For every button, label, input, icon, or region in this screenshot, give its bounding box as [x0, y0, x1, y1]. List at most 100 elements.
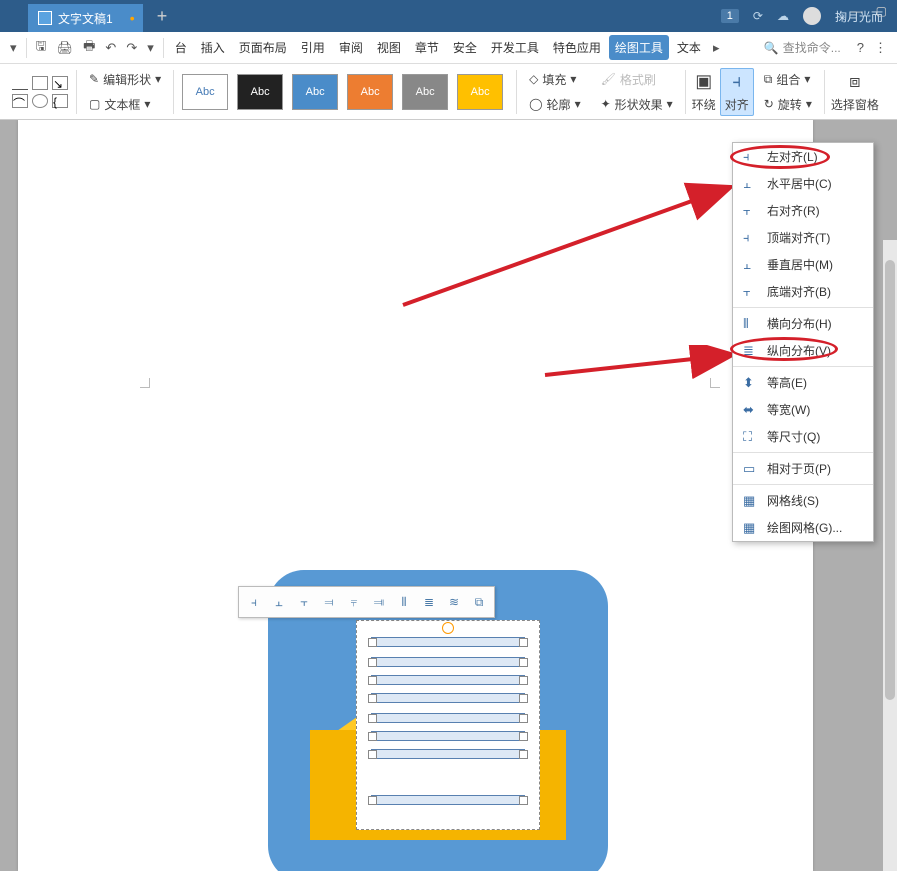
dd-align-left[interactable]: ⫞左对齐(L) — [733, 143, 873, 170]
dd-align-center-h[interactable]: ⫠水平居中(C) — [733, 170, 873, 197]
command-search[interactable]: 🔍 查找命令... — [764, 39, 841, 56]
dd-equal-size[interactable]: ⛶等尺寸(Q) — [733, 423, 873, 450]
shape-line-icon[interactable] — [12, 76, 28, 90]
style-preset-4[interactable]: Abc — [347, 74, 393, 110]
eq-h-icon: ⬍ — [743, 375, 759, 391]
selected-bar-4[interactable] — [371, 693, 525, 703]
rotate-button[interactable]: ↻旋转 ▾ — [760, 94, 816, 115]
dd-align-middle[interactable]: ⫠垂直居中(M) — [733, 251, 873, 278]
menu-insert-start[interactable]: 台 — [169, 35, 193, 60]
menu-special[interactable]: 特色应用 — [547, 35, 607, 60]
selected-bar-2[interactable] — [371, 657, 525, 667]
style-preset-6[interactable]: Abc — [457, 74, 503, 110]
ft-dist-h[interactable]: ⦀ — [393, 591, 415, 613]
shape-arrow-icon[interactable]: ↘ — [52, 76, 68, 90]
ft-align-left[interactable]: ⫞ — [243, 591, 265, 613]
fill-button[interactable]: ◇填充 ▾ — [525, 69, 584, 90]
dropdown-icon[interactable]: ▾ — [143, 38, 158, 58]
menu-overflow-icon[interactable]: ▸ — [709, 38, 724, 58]
ft-align-top[interactable]: ⫤ — [318, 591, 340, 613]
ft-group[interactable]: ⧉ — [468, 591, 490, 613]
style-preset-5[interactable]: Abc — [402, 74, 448, 110]
draw-grid-icon: ▦ — [743, 520, 759, 536]
outline-button[interactable]: ◯轮廓 ▾ — [525, 94, 584, 115]
menu-insert[interactable]: 插入 — [195, 35, 231, 60]
style-preset-3[interactable]: Abc — [292, 74, 338, 110]
print-icon[interactable]: 🖶 — [79, 35, 99, 61]
undo-icon[interactable]: ↶ — [101, 38, 120, 58]
dd-align-bottom[interactable]: ⫟底端对齐(B) — [733, 278, 873, 305]
rel-page-icon: ▭ — [743, 461, 759, 477]
ribbon: ↘ ⌒ { ✎编辑形状 ▾ ▢文本框 ▾ Abc Abc Abc Abc Abc… — [0, 64, 897, 120]
menu-dev-tools[interactable]: 开发工具 — [485, 35, 545, 60]
ft-align-right[interactable]: ⫟ — [293, 591, 315, 613]
ft-dist-v[interactable]: ≣ — [418, 591, 440, 613]
cloud-icon[interactable]: ☁ — [777, 9, 789, 23]
notification-badge[interactable]: 1 — [721, 9, 739, 23]
window-minimize[interactable]: — — [851, 4, 863, 18]
text-box-button[interactable]: ▢文本框 ▾ — [85, 94, 165, 115]
rotate-icon: ↻ — [764, 97, 774, 111]
align-center-h-icon: ⫠ — [743, 176, 759, 192]
selected-bar-1[interactable] — [371, 637, 525, 647]
selected-bar-3[interactable] — [371, 675, 525, 685]
shape-oval-icon[interactable] — [32, 94, 48, 108]
menu-view[interactable]: 视图 — [371, 35, 407, 60]
selected-bar-7[interactable] — [371, 749, 525, 759]
align-top-icon: ⫞ — [743, 230, 759, 246]
print-preview-icon[interactable]: 🖨 — [53, 38, 78, 58]
dd-distribute-h[interactable]: ⦀横向分布(H) — [733, 310, 873, 337]
dd-drawing-grid[interactable]: ▦绘图网格(G)... — [733, 514, 873, 541]
dd-align-right[interactable]: ⫟右对齐(R) — [733, 197, 873, 224]
group-button[interactable]: ⧉组合 ▾ — [760, 69, 816, 90]
selection-pane-button[interactable]: ⧈选择窗格 — [827, 69, 883, 115]
shape-styles-gallery[interactable]: Abc Abc Abc Abc Abc Abc — [176, 74, 514, 110]
align-button[interactable]: ⫞对齐 — [720, 68, 754, 116]
document-tab[interactable]: 文字文稿1 • — [28, 4, 143, 32]
menu-text[interactable]: 文本 — [671, 35, 707, 60]
dd-align-top[interactable]: ⫞顶端对齐(T) — [733, 224, 873, 251]
help-icon[interactable]: ? — [853, 38, 868, 57]
shape-brace-icon[interactable]: { — [52, 94, 68, 108]
selected-bar-6[interactable] — [371, 731, 525, 741]
ft-align-center-h[interactable]: ⫠ — [268, 591, 290, 613]
ft-equal[interactable]: ≋ — [443, 591, 465, 613]
wrap-button[interactable]: ▣环绕 — [688, 69, 720, 115]
edit-shape-button[interactable]: ✎编辑形状 ▾ — [85, 69, 165, 90]
dd-equal-height[interactable]: ⬍等高(E) — [733, 369, 873, 396]
menu-page-layout[interactable]: 页面布局 — [233, 35, 293, 60]
menu-references[interactable]: 引用 — [295, 35, 331, 60]
sync-icon[interactable]: ⟳ — [753, 9, 763, 23]
selected-bar-8[interactable] — [371, 795, 525, 805]
dd-gridlines[interactable]: ▦网格线(S) — [733, 487, 873, 514]
menu-drawing-tools[interactable]: 绘图工具 — [609, 35, 669, 60]
scrollbar-thumb[interactable] — [885, 260, 895, 700]
dd-distribute-v[interactable]: ≣纵向分布(V) — [733, 337, 873, 364]
shape-rect-icon[interactable] — [32, 76, 48, 90]
dd-equal-width[interactable]: ⬌等宽(W) — [733, 396, 873, 423]
text-box-icon: ▢ — [89, 97, 100, 111]
vertical-scrollbar[interactable] — [883, 240, 897, 871]
ft-align-middle[interactable]: ⫧ — [343, 591, 365, 613]
more-icon[interactable]: ⋮ — [870, 38, 891, 58]
dd-relative-page[interactable]: ▭相对于页(P) — [733, 455, 873, 482]
save-icon[interactable]: 🖫 — [32, 35, 51, 61]
redo-icon[interactable]: ↷ — [122, 38, 141, 58]
window-maximize[interactable]: ▢ — [876, 4, 887, 18]
rotate-handle[interactable] — [442, 622, 454, 634]
selected-shapes-group[interactable] — [356, 620, 540, 830]
menu-security[interactable]: 安全 — [447, 35, 483, 60]
menu-dropdown-icon[interactable]: ▾ — [6, 38, 21, 58]
ft-align-bottom[interactable]: ⫥ — [368, 591, 390, 613]
new-tab-button[interactable]: + — [143, 6, 182, 27]
menu-review[interactable]: 审阅 — [333, 35, 369, 60]
user-avatar[interactable] — [803, 7, 821, 25]
selected-bar-5[interactable] — [371, 713, 525, 723]
menu-chapter[interactable]: 章节 — [409, 35, 445, 60]
style-preset-2[interactable]: Abc — [237, 74, 283, 110]
shape-effects-button[interactable]: ✦形状效果 ▾ — [597, 94, 677, 115]
shape-curve-icon[interactable]: ⌒ — [12, 94, 28, 108]
style-preset-1[interactable]: Abc — [182, 74, 228, 110]
wrap-icon: ▣ — [695, 71, 712, 92]
doc-icon — [38, 11, 52, 25]
